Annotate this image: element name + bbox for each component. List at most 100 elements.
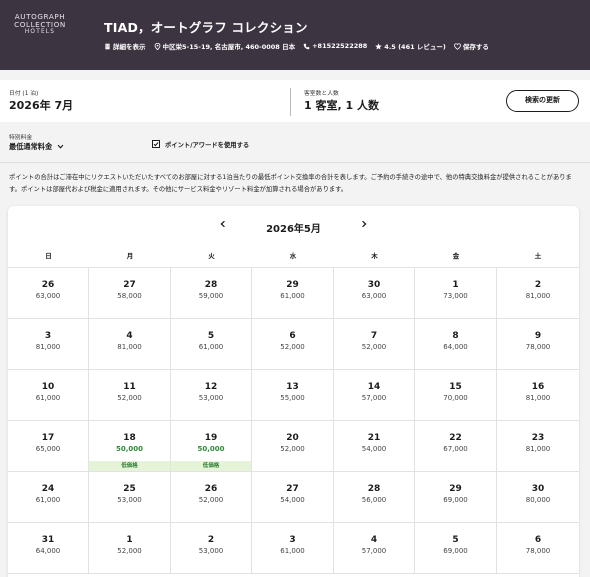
calendar-day-cell[interactable]: 12 53,000 (171, 370, 252, 420)
use-points-label[interactable]: ポイント/アワードを使用する (165, 140, 249, 149)
weekday-label: 水 (289, 252, 297, 260)
day-price: 78,000 (525, 343, 551, 351)
calendar-day-cell[interactable]: 3 61,000 (252, 523, 334, 573)
calendar-day-cell[interactable]: 20 52,000 (252, 421, 334, 471)
day-price: 54,000 (361, 445, 387, 453)
date-field-value[interactable]: 2026年 7月 (9, 97, 73, 113)
calendar-day-cell[interactable]: 19 50,000 低価格 (171, 421, 252, 471)
day-price: 73,000 (443, 292, 468, 300)
calendar-day-cell[interactable]: 18 50,000 低価格 (89, 421, 171, 471)
day-number: 18 (123, 433, 136, 443)
calendar-day-cell[interactable]: 2 81,000 (497, 268, 579, 318)
day-price: 53,000 (198, 547, 224, 555)
calendar-day-cell[interactable]: 17 65,000 (8, 421, 89, 471)
calendar-day-cell[interactable]: 30 63,000 (334, 268, 415, 318)
calendar-day-cell[interactable]: 22 67,000 (415, 421, 497, 471)
calendar-day-cell[interactable]: 28 59,000 (171, 268, 252, 318)
calendar-day-cell[interactable]: 4 57,000 (334, 523, 415, 573)
next-month-button[interactable] (358, 220, 370, 232)
hotel-name: TIAD，オートグラフ コレクション (104, 20, 308, 35)
day-price: 57,000 (361, 547, 387, 555)
calendar-day-cell[interactable]: 8 64,000 (415, 319, 497, 369)
day-number: 24 (41, 484, 55, 494)
weekday-label: 日 (45, 252, 52, 260)
day-price: 81,000 (117, 343, 142, 351)
calendar-day-cell[interactable]: 6 78,000 (497, 523, 579, 573)
calendar-day-cell[interactable]: 13 55,000 (252, 370, 334, 420)
day-price: 58,000 (117, 292, 142, 300)
rooms-field-value[interactable]: 1 客室, 1 人数 (304, 97, 379, 113)
field-divider (290, 88, 291, 116)
address-text: 中区栄5-15-19, 名古屋市, 460-0008 日本 (162, 43, 296, 51)
calendar-day-cell[interactable]: 7 52,000 (334, 319, 415, 369)
calendar-day-cell[interactable]: 28 56,000 (334, 472, 415, 522)
weekday-label: 土 (534, 252, 542, 260)
day-number: 31 (41, 535, 55, 545)
day-price: 70,000 (443, 394, 468, 402)
calendar-day-cell[interactable]: 25 53,000 (89, 472, 171, 522)
calendar-day-cell[interactable]: 27 54,000 (252, 472, 334, 522)
calendar-day-cell[interactable]: 29 69,000 (415, 472, 497, 522)
calendar-day-cell[interactable]: 31 64,000 (8, 523, 89, 573)
calendar-day-cell[interactable]: 6 52,000 (252, 319, 334, 369)
calendar-week-row: 24 61,000 25 53,000 26 52,000 27 54,000 28 56,000… (8, 472, 579, 523)
day-price: 61,000 (35, 394, 61, 402)
points-notice: ポイントの合計はご滞在中にリクエストいただいたすべてのお部屋に対する1泊当たりの… (9, 174, 572, 193)
details-link[interactable]: 詳細を表示 (104, 41, 146, 51)
save-link[interactable]: 保存する (454, 41, 489, 51)
day-price: 81,000 (525, 292, 551, 300)
calendar-day-cell[interactable]: 1 52,000 (89, 523, 171, 573)
phone-item[interactable]: +81522522288 (303, 42, 367, 50)
calendar-day-cell[interactable]: 23 81,000 (497, 421, 579, 471)
calendar-day-cell[interactable]: 14 57,000 (334, 370, 415, 420)
calendar-day-cell[interactable]: 4 81,000 (89, 319, 171, 369)
hotel-meta: 詳細を表示 中区栄5-15-19, 名古屋市, 460-0008 日本 +815… (104, 41, 497, 51)
calendar-day-cell[interactable]: 16 81,000 (497, 370, 579, 420)
day-number: 17 (41, 433, 55, 443)
day-number: 26 (204, 484, 218, 494)
phone-icon (303, 43, 310, 50)
calendar-day-cell[interactable]: 11 52,000 (89, 370, 171, 420)
rating-item[interactable]: 4.5 (461 レビュー) (375, 41, 446, 51)
calendar-day-cell[interactable]: 2 53,000 (171, 523, 252, 573)
day-price: 81,000 (35, 343, 61, 351)
weekday-header-row: 日月火水木金土 (8, 244, 579, 268)
update-search-button[interactable]: 検索の更新 (506, 90, 579, 112)
address-item[interactable]: 中区栄5-15-19, 名古屋市, 460-0008 日本 (154, 41, 296, 51)
calendar-day-cell[interactable]: 5 61,000 (171, 319, 252, 369)
calendar-day-cell[interactable]: 29 61,000 (252, 268, 334, 318)
calendar-day-cell[interactable]: 9 78,000 (497, 319, 579, 369)
calendar-day-cell[interactable]: 5 69,000 (415, 523, 497, 573)
calendar-day-cell[interactable]: 10 61,000 (8, 370, 89, 420)
day-number: 3 (289, 535, 296, 545)
brand-logo[interactable]: AUTOGRAPH COLLECTION HOTELS (9, 13, 71, 35)
calendar-day-cell[interactable]: 21 54,000 (334, 421, 415, 471)
calendar-day-cell[interactable]: 26 63,000 (8, 268, 89, 318)
rooms-field-label: 客室数と人数 (304, 91, 339, 97)
calendar-day-cell[interactable]: 24 61,000 (8, 472, 89, 522)
weekday-label: 木 (371, 252, 378, 260)
calendar-week-row: 17 65,000 18 50,000 低価格 19 50,000 低価格 20 52,000 21… (8, 421, 579, 472)
day-number: 23 (531, 433, 545, 443)
special-rate-dropdown[interactable]: 最低通常料金 (9, 142, 64, 152)
use-points-checkbox[interactable] (152, 140, 160, 148)
day-number: 30 (531, 484, 545, 494)
calendar-day-cell[interactable]: 27 58,000 (89, 268, 171, 318)
calendar-week-row: 31 64,000 1 52,000 2 53,000 3 61,000 4 57,000 5 69,… (8, 523, 579, 574)
calendar-day-cell[interactable]: 30 80,000 (497, 472, 579, 522)
day-number: 7 (370, 331, 378, 341)
calendar-grid: 日月火水木金土 26 63,000 27 58,000 28 59,000 29 61,000 3… (8, 244, 579, 574)
calendar-day-cell[interactable]: 26 52,000 (171, 472, 252, 522)
month-title: 2026年5月 (266, 224, 321, 235)
day-price: 56,000 (361, 496, 387, 504)
calendar-day-cell[interactable]: 1 73,000 (415, 268, 497, 318)
heart-icon (454, 42, 461, 50)
calendar-day-cell[interactable]: 3 81,000 (8, 319, 89, 369)
day-number: 27 (286, 484, 299, 494)
star-icon (375, 42, 383, 50)
day-number: 4 (370, 535, 378, 545)
day-price: 52,000 (361, 343, 387, 351)
calendar-day-cell[interactable]: 15 70,000 (415, 370, 497, 420)
calendar-week-row: 10 61,000 11 52,000 12 53,000 13 55,000 14 57,000… (8, 370, 579, 421)
day-number: 28 (367, 484, 381, 494)
